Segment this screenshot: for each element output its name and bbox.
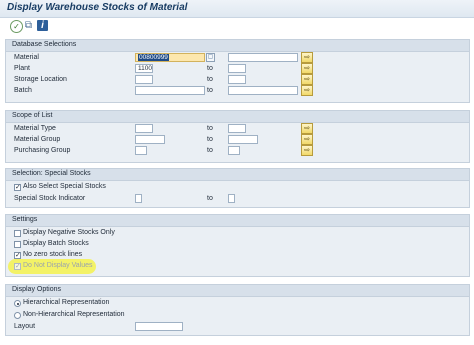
hierarchical-label: Hierarchical Representation [23,299,110,306]
material-group-label: Material Group [14,136,61,143]
storage-location-to-label: to [207,76,213,83]
do-not-display-values-label: Do Not Display Values [23,262,93,269]
layout-label: Layout [14,323,36,330]
application-toolbar: ✓ ⧉ i [0,18,474,36]
multiple-selection-icon[interactable]: ⇨ [301,145,313,156]
value-help-icon[interactable]: ▢ [206,53,215,62]
multiple-selection-icon[interactable]: ⇨ [301,63,313,74]
window-title: Display Warehouse Stocks of Material [7,2,188,13]
group-title: Selection: Special Stocks [12,170,91,177]
no-zero-stock-lines-checkbox[interactable]: ✓ [14,252,21,259]
batch-stocks-checkbox[interactable] [14,241,21,248]
multiple-selection-icon[interactable]: ⇨ [301,134,313,145]
group-title: Scope of List [12,112,53,119]
group-title: Display Options [12,286,62,293]
material-group-to-field[interactable] [228,135,258,144]
non-hierarchical-label: Non-Hierarchical Representation [23,311,125,318]
material-type-to-label: to [207,125,213,132]
special-stock-indicator-from-field[interactable] [135,194,142,203]
storage-location-to-field[interactable] [228,75,246,84]
plant-from-field[interactable]: 1100 [135,64,153,73]
purchasing-group-label: Purchasing Group [14,147,71,154]
also-select-special-stocks-checkbox[interactable]: ✓ [14,184,21,191]
database-selections-group: Database Selections Material 00800999 ▢ … [5,39,470,103]
get-variant-icon[interactable]: ⧉ [23,20,34,31]
plant-to-label: to [207,65,213,72]
batch-from-field[interactable] [135,86,205,95]
special-stock-indicator-to-label: to [207,195,213,202]
group-header: Scope of List [6,111,469,123]
storage-location-from-field[interactable] [135,75,153,84]
group-title: Database Selections [12,41,77,48]
storage-location-label: Storage Location [14,76,67,83]
material-value: 00800999 [138,54,169,61]
batch-to-label: to [207,87,213,94]
group-header: Settings [6,215,469,227]
also-select-special-stocks-label: Also Select Special Stocks [23,183,106,190]
group-header: Display Options [6,285,469,297]
title-bar: Display Warehouse Stocks of Material [0,0,474,18]
multiple-selection-icon[interactable]: ⇨ [301,85,313,96]
material-from-field[interactable]: 00800999 [135,53,205,62]
do-not-display-values-checkbox[interactable]: ✓ [14,263,21,270]
display-options-group: Display Options Hierarchical Representat… [5,284,470,336]
purchasing-group-to-label: to [207,147,213,154]
multiple-selection-icon[interactable]: ⇨ [301,123,313,134]
info-icon[interactable]: i [37,20,48,31]
negative-stocks-label: Display Negative Stocks Only [23,229,115,236]
negative-stocks-checkbox[interactable] [14,230,21,237]
special-stocks-group: Selection: Special Stocks ✓ Also Select … [5,168,470,208]
layout-field[interactable] [135,322,183,331]
material-group-from-field[interactable] [135,135,165,144]
purchasing-group-from-field[interactable] [135,146,147,155]
multiple-selection-icon[interactable]: ⇨ [301,74,313,85]
special-stock-indicator-to-field[interactable] [228,194,235,203]
plant-to-field[interactable] [228,64,246,73]
plant-label: Plant [14,65,30,72]
material-type-label: Material Type [14,125,56,132]
batch-label: Batch [14,87,32,94]
group-header: Database Selections [6,40,469,52]
no-zero-stock-lines-label: No zero stock lines [23,251,83,258]
material-group-to-label: to [207,136,213,143]
multiple-selection-icon[interactable]: ⇨ [301,52,313,63]
group-title: Settings [12,216,38,223]
material-type-from-field[interactable] [135,124,153,133]
material-label: Material [14,54,39,61]
material-type-to-field[interactable] [228,124,246,133]
material-to-field[interactable] [228,53,298,62]
batch-to-field[interactable] [228,86,298,95]
batch-stocks-label: Display Batch Stocks [23,240,89,247]
settings-group: Settings Display Negative Stocks Only Di… [5,214,470,277]
execute-icon[interactable]: ✓ [10,20,23,33]
purchasing-group-to-field[interactable] [228,146,240,155]
group-header: Selection: Special Stocks [6,169,469,181]
special-stock-indicator-label: Special Stock Indicator [14,195,86,202]
hierarchical-radio[interactable] [14,300,21,307]
non-hierarchical-radio[interactable] [14,312,21,319]
scope-of-list-group: Scope of List Material Type to ⇨ Materia… [5,110,470,163]
